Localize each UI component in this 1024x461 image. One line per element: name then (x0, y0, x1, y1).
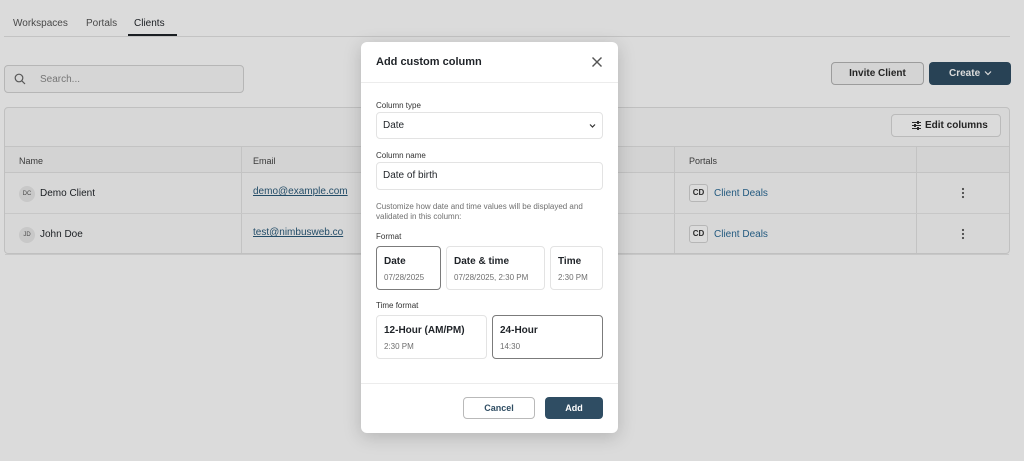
format-label: Format (376, 232, 402, 241)
column-name-label: Column name (376, 151, 426, 160)
option-title: 24-Hour (500, 325, 538, 336)
option-example: 2:30 PM (558, 273, 588, 282)
time-format-option-12h[interactable]: 12-Hour (AM/PM) 2:30 PM (376, 315, 487, 359)
dialog-title: Add custom column (376, 56, 482, 68)
column-type-label: Column type (376, 101, 421, 110)
option-example: 14:30 (500, 342, 521, 351)
option-title: 12-Hour (AM/PM) (384, 325, 465, 336)
column-name-field[interactable]: Date of birth (376, 162, 603, 190)
format-option-time[interactable]: Time 2:30 PM (550, 246, 603, 290)
option-title: Time (558, 256, 582, 267)
chevron-down-icon (589, 124, 596, 128)
time-format-label: Time format (376, 301, 419, 310)
option-title: Date (384, 256, 406, 267)
column-type-value: Date (383, 120, 405, 131)
divider (361, 383, 618, 384)
format-option-date-time[interactable]: Date & time 07/28/2025, 2:30 PM (446, 246, 545, 290)
cancel-button[interactable]: Cancel (463, 397, 535, 419)
column-type-select[interactable]: Date (376, 112, 603, 139)
format-option-date[interactable]: Date 07/28/2025 (376, 246, 441, 290)
add-button[interactable]: Add (545, 397, 603, 419)
divider (361, 82, 618, 83)
format-help-text: Customize how date and time values will … (376, 202, 583, 221)
close-icon[interactable] (591, 56, 603, 68)
option-title: Date & time (454, 256, 510, 267)
time-format-option-24h[interactable]: 24-Hour 14:30 (492, 315, 603, 359)
option-example: 2:30 PM (384, 342, 414, 351)
option-example: 07/28/2025 (384, 273, 425, 282)
option-example: 07/28/2025, 2:30 PM (454, 273, 529, 282)
add-custom-column-dialog: Add custom column Column type Date Colum… (361, 42, 618, 433)
